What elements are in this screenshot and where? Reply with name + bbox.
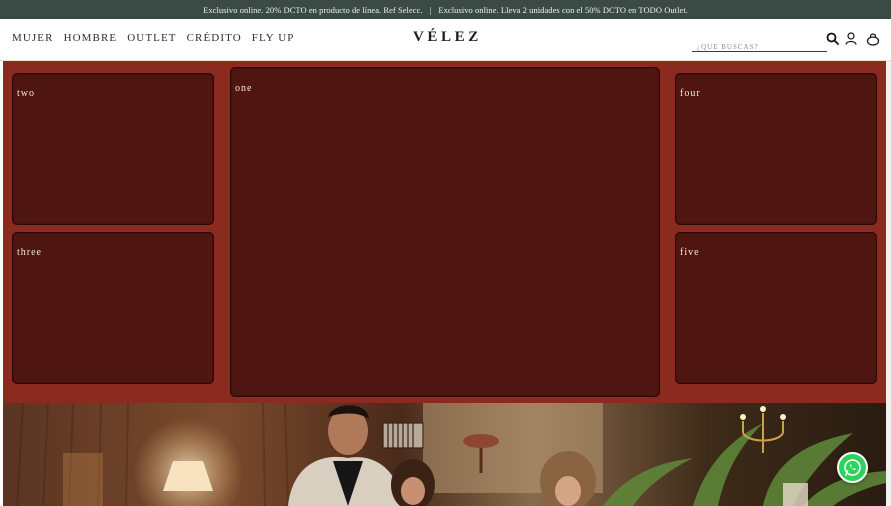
nav-item-hombre[interactable]: HOMBRE xyxy=(64,32,118,44)
panel-three-label: three xyxy=(17,247,42,258)
nav-item-credito[interactable]: CRÉDITO xyxy=(187,32,242,44)
user-icon[interactable] xyxy=(845,32,859,46)
panel-four-label: four xyxy=(680,88,701,99)
panel-two[interactable]: two xyxy=(12,73,214,225)
nav-item-fly-up[interactable]: FLY UP xyxy=(252,32,295,44)
panel-five[interactable]: five xyxy=(675,232,877,384)
promo-message-2[interactable]: Exclusivo online. Lleva 2 unidades con e… xyxy=(438,5,688,15)
scrollbar-track[interactable] xyxy=(886,61,891,506)
shopping-bag-icon[interactable] xyxy=(866,32,880,46)
panel-five-label: five xyxy=(680,247,700,258)
promo-separator: | xyxy=(429,4,432,15)
panel-one[interactable]: one xyxy=(230,67,660,397)
nav-item-outlet[interactable]: OUTLET xyxy=(127,32,176,44)
panel-one-label: one xyxy=(235,83,253,94)
panel-two-label: two xyxy=(17,88,35,99)
site-header: MUJER HOMBRE OUTLET CRÉDITO FLY UP VÉLEZ xyxy=(0,19,891,61)
hero-banner-image[interactable] xyxy=(3,403,886,506)
panel-three[interactable]: three xyxy=(12,232,214,384)
whatsapp-icon xyxy=(843,458,862,482)
brand-logo[interactable]: VÉLEZ xyxy=(413,29,482,46)
search-box xyxy=(692,36,827,53)
search-input[interactable] xyxy=(692,37,827,53)
whatsapp-chat-button[interactable] xyxy=(837,452,868,483)
category-grid: two three one four five xyxy=(3,61,886,403)
panel-four[interactable]: four xyxy=(675,73,877,225)
nav-item-mujer[interactable]: MUJER xyxy=(12,32,54,44)
main-nav: MUJER HOMBRE OUTLET CRÉDITO FLY UP xyxy=(12,32,294,44)
promo-bar: Exclusivo online. 20% DCTO en producto d… xyxy=(0,0,891,19)
promo-message-1[interactable]: Exclusivo online. 20% DCTO en producto d… xyxy=(203,5,423,15)
search-icon[interactable] xyxy=(826,32,840,46)
